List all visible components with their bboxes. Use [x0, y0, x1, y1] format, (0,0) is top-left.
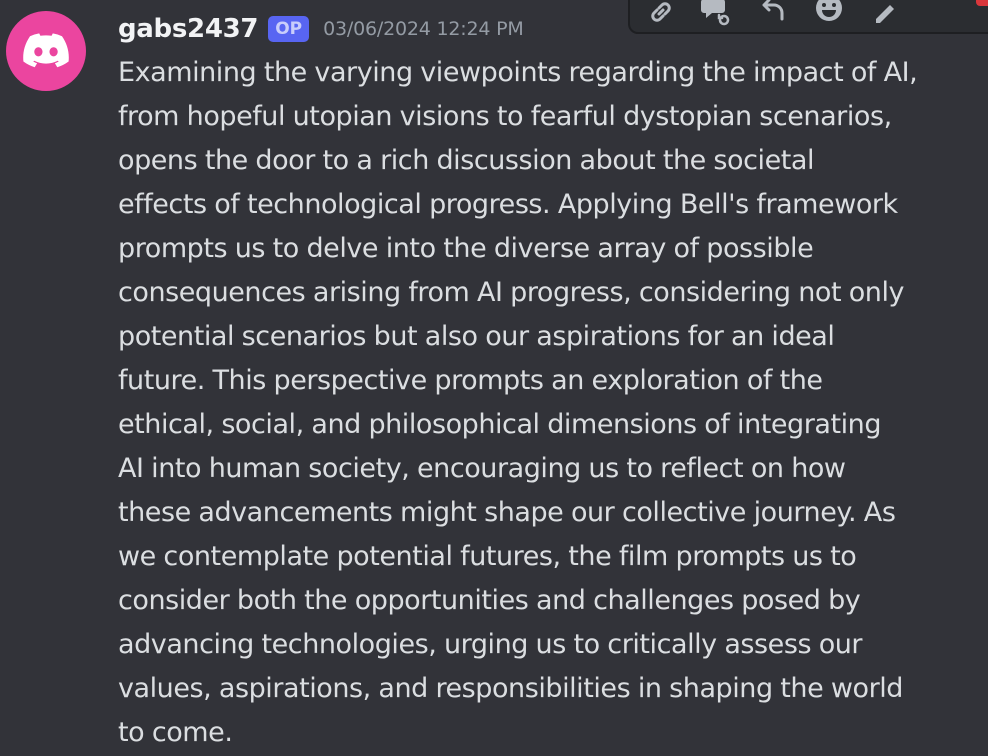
avatar[interactable]	[6, 11, 86, 91]
message-header: gabs2437 OP 03/06/2024 12:24 PM	[118, 12, 524, 46]
emoji-icon	[816, 0, 842, 21]
copy-link-button[interactable]	[644, 0, 678, 29]
reply-icon	[762, 0, 784, 21]
message-timestamp: 03/06/2024 12:24 PM	[323, 18, 524, 40]
create-thread-button[interactable]	[700, 0, 734, 29]
chat-message: gabs2437 OP 03/06/2024 12:24 PM Examinin…	[0, 0, 988, 756]
link-icon	[651, 2, 671, 22]
edit-icon	[876, 5, 894, 23]
add-reaction-button[interactable]	[812, 0, 846, 29]
op-badge: OP	[268, 16, 310, 42]
edit-button[interactable]	[868, 0, 902, 29]
thread-icon	[701, 0, 731, 27]
message-action-toolbar	[628, 0, 988, 34]
author-username[interactable]: gabs2437	[118, 14, 259, 44]
discord-logo-icon	[23, 33, 69, 68]
reply-button[interactable]	[756, 0, 790, 29]
message-content: Examining the varying viewpoints regardi…	[118, 57, 918, 748]
delete-icon[interactable]	[976, 0, 988, 6]
